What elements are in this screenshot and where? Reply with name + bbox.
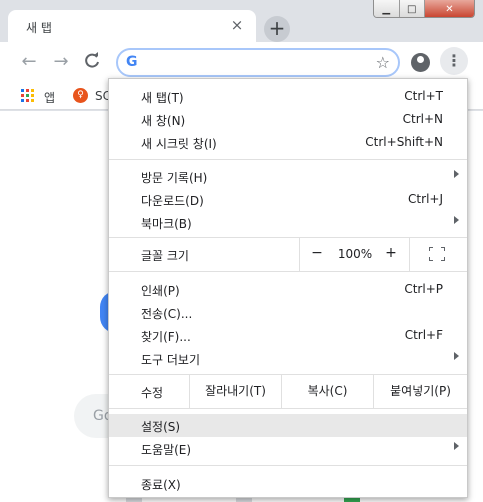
menu-item-downloads[interactable]: 다운로드(D) Ctrl+J (109, 188, 467, 211)
menu-item-label: 인쇄(P) (141, 284, 180, 298)
paste-button[interactable]: 붙여넣기(P) (373, 374, 467, 408)
menu-separator (109, 465, 467, 466)
tab-close-icon[interactable]: × (228, 16, 246, 34)
google-g-icon: G (126, 54, 138, 70)
reload-icon (85, 52, 99, 68)
menu-item-label: 찾기(F)... (141, 330, 191, 344)
address-bar[interactable]: G ☆ (116, 48, 400, 77)
tab-new-tab[interactable]: 새 탭 × (8, 10, 256, 42)
menu-item-new-tab[interactable]: 새 탭(T) Ctrl+T (109, 85, 467, 108)
menu-item-exit[interactable]: 종료(X) (109, 472, 467, 495)
close-window-button[interactable]: ✕ (425, 0, 474, 17)
menu-item-find[interactable]: 찾기(F)... Ctrl+F (109, 324, 467, 347)
bookmark-apps-label[interactable]: 앱 (44, 89, 55, 106)
maximize-button[interactable]: □ (399, 0, 425, 17)
menu-item-help[interactable]: 도움말(E) (109, 437, 467, 460)
title-bar: 새 탭 × + ▁ □ ✕ (0, 0, 483, 42)
cut-button[interactable]: 잘라내기(T) (189, 374, 281, 408)
fullscreen-icon[interactable] (429, 247, 445, 261)
menu-item-label: 새 시크릿 창(I) (141, 137, 217, 151)
edit-label: 수정 (141, 386, 164, 400)
zoom-level: 100% (337, 247, 373, 261)
menu-separator (109, 271, 467, 272)
tab-title: 새 탭 (26, 21, 52, 35)
menu-item-shortcut: Ctrl+F (404, 328, 443, 342)
menu-item-bookmarks[interactable]: 북마크(B) (109, 211, 467, 234)
menu-item-settings[interactable]: 설정(S) (109, 414, 467, 437)
chrome-menu-button[interactable]: ⋮ (440, 47, 468, 75)
zoom-in-button[interactable]: + (383, 245, 399, 261)
menu-item-label: 북마크(B) (141, 217, 192, 231)
menu-separator (109, 408, 467, 409)
chrome-menu: 새 탭(T) Ctrl+T 새 창(N) Ctrl+N 새 시크릿 창(I) C… (108, 78, 468, 498)
menu-item-label: 설정(S) (141, 420, 181, 434)
minimize-button[interactable]: ▁ (374, 0, 400, 17)
menu-item-incognito[interactable]: 새 시크릿 창(I) Ctrl+Shift+N (109, 131, 467, 154)
menu-item-new-window[interactable]: 새 창(N) Ctrl+N (109, 108, 467, 131)
toolbar: ← → G ☆ ⋮ (0, 42, 483, 82)
menu-item-cast[interactable]: 전송(C)... (109, 301, 467, 324)
menu-item-label: 전송(C)... (141, 307, 193, 321)
menu-item-shortcut: Ctrl+Shift+N (365, 135, 443, 149)
menu-item-label: 종료(X) (141, 478, 181, 492)
menu-separator (109, 159, 467, 160)
menu-edit-row: 수정 잘라내기(T) 복사(C) 붙여넣기(P) (109, 374, 467, 408)
account-icon[interactable] (411, 53, 430, 72)
zoom-divider (299, 237, 300, 271)
menu-item-label: 새 창(N) (141, 114, 186, 128)
menu-item-label: 방문 기록(H) (141, 171, 208, 185)
menu-item-label: 도구 더보기 (141, 353, 201, 367)
menu-item-label: 새 탭(T) (141, 91, 184, 105)
window-controls: ▁ □ ✕ (373, 0, 475, 18)
copy-button[interactable]: 복사(C) (281, 374, 373, 408)
submenu-arrow-icon (454, 216, 459, 224)
new-tab-button[interactable]: + (264, 16, 290, 42)
zoom-out-button[interactable]: − (309, 245, 325, 261)
menu-item-print[interactable]: 인쇄(P) Ctrl+P (109, 278, 467, 301)
forward-button[interactable]: → (51, 52, 71, 72)
menu-item-shortcut: Ctrl+J (408, 192, 443, 206)
menu-item-label: 다운로드(D) (141, 194, 204, 208)
back-button[interactable]: ← (19, 52, 39, 72)
menu-item-shortcut: Ctrl+N (402, 112, 443, 126)
menu-zoom-row: 글꼴 크기 − 100% + (109, 237, 467, 271)
bookmark-star-icon[interactable]: ☆ (376, 53, 390, 72)
menu-item-more-tools[interactable]: 도구 더보기 (109, 347, 467, 370)
submenu-arrow-icon (454, 170, 459, 178)
apps-grid-icon[interactable] (21, 89, 34, 102)
submenu-arrow-icon (454, 352, 459, 360)
zoom-divider (409, 237, 410, 271)
menu-item-history[interactable]: 방문 기록(H) (109, 165, 467, 188)
zoom-label: 글꼴 크기 (141, 249, 189, 263)
bookmark-site-icon[interactable]: ♀ (73, 88, 88, 103)
menu-item-label: 도움말(E) (141, 443, 192, 457)
reload-button[interactable] (82, 52, 102, 72)
submenu-arrow-icon (454, 442, 459, 450)
menu-item-shortcut: Ctrl+P (404, 282, 443, 296)
menu-item-shortcut: Ctrl+T (404, 89, 443, 103)
